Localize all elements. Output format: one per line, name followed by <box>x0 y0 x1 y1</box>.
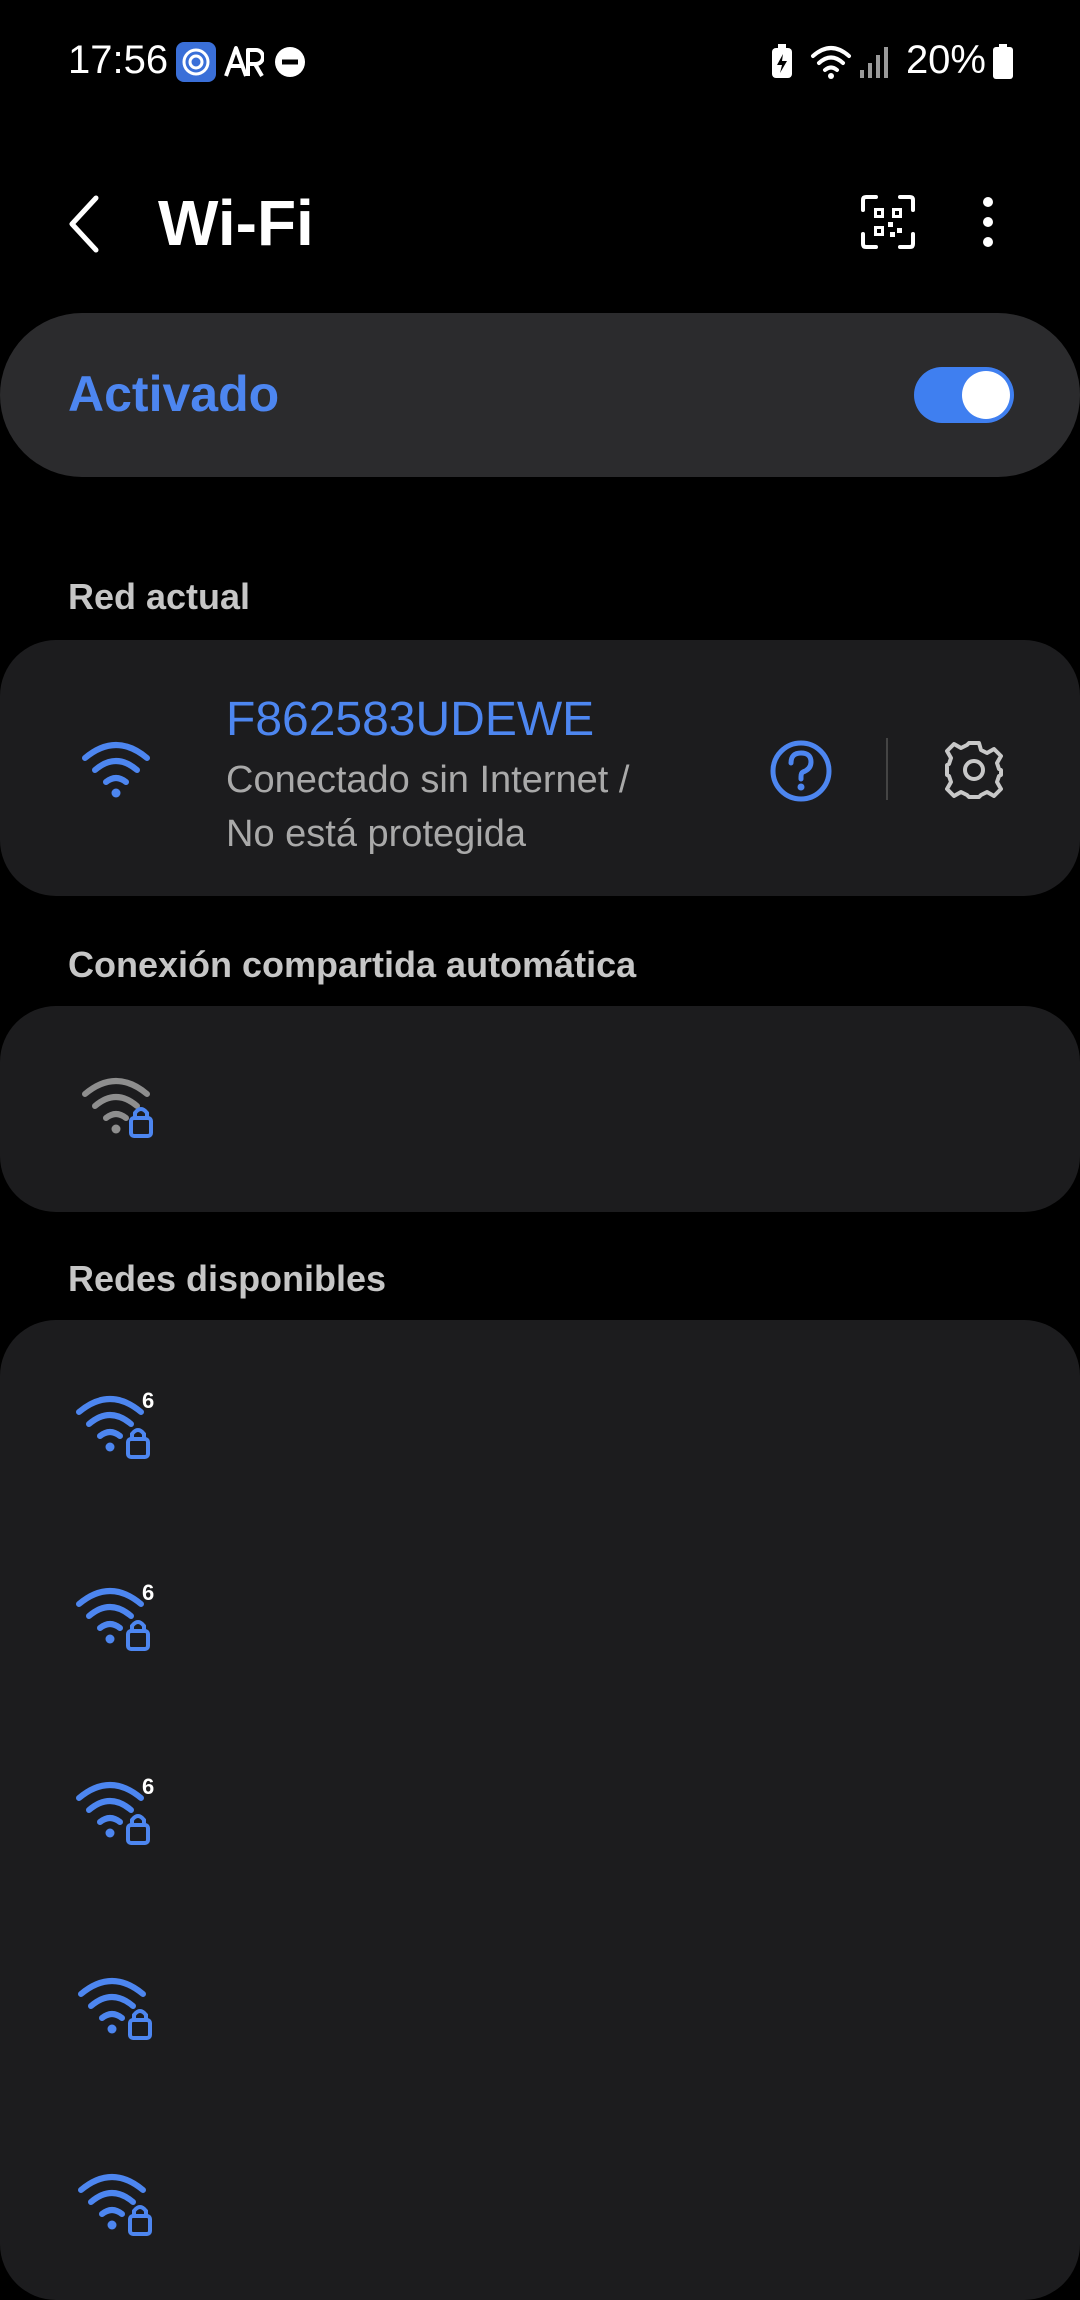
battery-saver-icon <box>772 44 792 78</box>
back-arrow-icon[interactable] <box>60 192 104 256</box>
wifi-locked-icon <box>78 2174 152 2236</box>
current-network-status-line2: No está protegida <box>226 813 526 855</box>
current-network-status-line1: Conectado sin Internet / <box>226 759 630 801</box>
list-item[interactable]: 6 <box>0 1746 1080 1916</box>
list-item[interactable]: 6 <box>0 1350 1080 1520</box>
do-not-disturb-icon <box>275 47 305 77</box>
settings-gear-icon[interactable] <box>942 738 1006 802</box>
wifi-signal-icon <box>811 46 851 79</box>
section-label-current: Red actual <box>68 576 251 617</box>
list-item[interactable] <box>0 2142 1080 2260</box>
current-network-name: F862583UDEWE <box>226 693 595 746</box>
master-toggle-label: Activado <box>68 366 280 422</box>
qr-scan-icon[interactable] <box>860 194 916 250</box>
wifi-locked-icon <box>78 1978 152 2040</box>
list-item[interactable] <box>0 1006 1080 1212</box>
section-label-available: Redes disponibles <box>68 1258 387 1299</box>
page-title: Wi-Fi <box>158 187 314 259</box>
ar-icon <box>224 46 264 78</box>
battery-percent: 20% <box>905 38 986 82</box>
help-icon[interactable] <box>769 739 833 803</box>
wifi-locked-icon <box>82 1078 153 1138</box>
battery-icon <box>993 44 1013 79</box>
section-label-auto-hotspot: Conexión compartida automática <box>68 944 637 985</box>
wifi6-locked-icon: 6 <box>76 1774 154 1845</box>
wifi-icon <box>82 742 150 798</box>
vertical-divider <box>886 738 888 800</box>
status-time: 17:56 <box>68 38 169 82</box>
master-toggle-knob <box>962 371 1010 419</box>
list-item[interactable] <box>0 1944 1080 2114</box>
wifi6-locked-icon: 6 <box>76 1388 154 1459</box>
svg-text:6: 6 <box>142 1580 154 1605</box>
cell-signal-icon <box>860 47 888 78</box>
list-item[interactable]: 6 <box>0 1548 1080 1718</box>
more-vert-icon[interactable] <box>976 194 1000 250</box>
wifi6-locked-icon: 6 <box>76 1580 154 1651</box>
svg-text:6: 6 <box>142 1388 154 1413</box>
svg-text:6: 6 <box>142 1774 154 1799</box>
app-notification-icon <box>176 42 216 82</box>
